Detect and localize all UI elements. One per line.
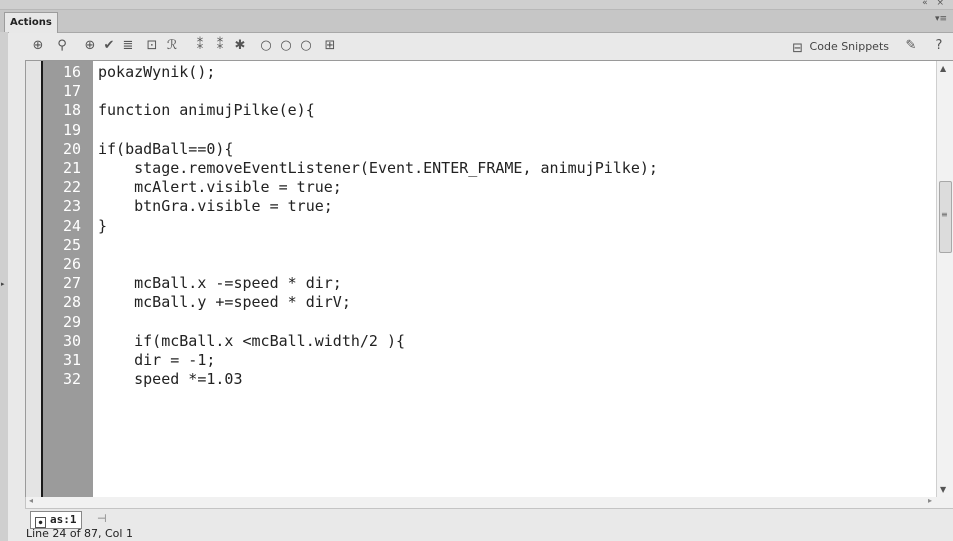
pin-script-icon[interactable]: ⊣ xyxy=(97,512,107,525)
code-text[interactable]: mcBall.y +=speed * dirV; xyxy=(98,293,351,312)
line-number: 27 xyxy=(62,274,81,293)
code-line[interactable]: 30 if(mcBall.x <mcBall.width/2 ){ xyxy=(26,332,936,351)
code-line[interactable]: 21 stage.removeEventListener(Event.ENTER… xyxy=(26,159,936,178)
line-number: 30 xyxy=(62,331,81,350)
code-text[interactable]: mcBall.x -=speed * dir; xyxy=(98,274,342,293)
code-snippets-icon: ⊟ xyxy=(792,41,803,56)
remove-comment-icon[interactable]: ○ xyxy=(298,38,314,54)
wizard-icon[interactable]: ✎ xyxy=(903,38,919,54)
check-syntax-icon[interactable]: ✔ xyxy=(101,38,117,54)
vertical-scrollbar[interactable]: ▲ ≡ ▼ xyxy=(936,61,953,498)
code-text[interactable]: if(mcBall.x <mcBall.width/2 ){ xyxy=(98,332,405,351)
apply-line-comment-icon[interactable]: ○ xyxy=(278,38,294,54)
code-line[interactable]: 26 xyxy=(26,255,936,274)
code-line[interactable]: 32 speed *=1.03 xyxy=(26,370,936,389)
code-line[interactable]: 25 xyxy=(26,236,936,255)
line-number: 18 xyxy=(62,101,81,120)
code-editor[interactable]: 16 pokazWynik(); 17 18 function animujPilke(… xyxy=(25,60,953,499)
script-tab-bar: ● as:1 ⊣ xyxy=(25,510,952,529)
show-code-hint-icon[interactable]: ⊡ xyxy=(144,38,160,54)
script-tab-label: as:1 xyxy=(50,513,77,526)
code-line[interactable]: 28 mcBall.y +=speed * dirV; xyxy=(26,293,936,312)
line-number: 31 xyxy=(62,351,81,369)
line-number: 17 xyxy=(62,82,81,101)
code-text[interactable]: dir = -1; xyxy=(98,351,215,370)
panel-tab-row: Actions ▾≡ xyxy=(0,10,953,33)
line-number: 23 xyxy=(62,197,81,216)
scroll-up-icon[interactable]: ▲ xyxy=(940,64,946,73)
line-number: 20 xyxy=(62,139,81,158)
code-text[interactable]: btnGra.visible = true; xyxy=(98,197,333,216)
code-line[interactable]: 22 mcAlert.visible = true; xyxy=(26,178,936,197)
scroll-left-icon[interactable]: ◂ xyxy=(29,496,33,505)
line-number: 19 xyxy=(62,120,81,139)
code-text[interactable]: function animujPilke(e){ xyxy=(98,101,315,120)
code-line[interactable]: 16 pokazWynik(); xyxy=(26,63,936,82)
add-statement-icon[interactable]: ⊕ xyxy=(30,38,46,54)
show-hide-toolbox-icon[interactable]: ⊞ xyxy=(322,38,338,54)
code-text[interactable]: stage.removeEventListener(Event.ENTER_FR… xyxy=(98,159,658,178)
code-text[interactable]: speed *=1.03 xyxy=(98,370,242,389)
debug-options-icon[interactable]: ℛ xyxy=(164,38,180,54)
cursor-position: Line 24 of 87, Col 1 xyxy=(26,527,133,540)
scroll-right-icon[interactable]: ▸ xyxy=(928,496,932,505)
collapse-between-braces-icon[interactable]: ⁑ xyxy=(192,38,208,54)
line-number: 22 xyxy=(62,178,81,197)
expand-arrow-icon[interactable]: ▸ xyxy=(1,280,5,288)
find-icon[interactable]: ⚲ xyxy=(54,38,70,54)
apply-block-comment-icon[interactable]: ○ xyxy=(258,38,274,54)
collapse-selection-icon[interactable]: ⁑ xyxy=(212,38,228,54)
menu-icon[interactable]: ▾≡ xyxy=(935,14,947,24)
line-number: 32 xyxy=(62,370,81,389)
insert-target-path-icon[interactable]: ⊕ xyxy=(82,38,98,54)
line-number: 21 xyxy=(62,159,81,177)
line-number: 29 xyxy=(62,312,81,331)
code-line[interactable]: 18 function animujPilke(e){ xyxy=(26,101,936,120)
window-controls[interactable]: « × xyxy=(922,0,947,8)
code-line[interactable]: 24} xyxy=(26,217,936,236)
line-number: 24 xyxy=(62,216,81,235)
code-line[interactable]: 29 xyxy=(26,313,936,332)
status-bar: Line 24 of 87, Col 1 xyxy=(25,527,952,541)
tab-actions[interactable]: Actions xyxy=(4,12,58,33)
code-line[interactable]: 20 if(badBall==0){ xyxy=(26,140,936,159)
actions-panel: ⊕ ⚲ ⊕ ✔ ≣ ⊡ ℛ ⁑ ⁑ ✱ ○ ○ ○ ⊞ ⊟ Code Snippe… xyxy=(8,33,953,541)
help-icon[interactable]: ? xyxy=(931,38,947,54)
code-snippets-label: Code Snippets xyxy=(809,40,889,53)
line-number: 25 xyxy=(62,235,81,254)
code-text[interactable]: pokazWynik(); xyxy=(98,63,215,82)
code-text[interactable]: } xyxy=(98,217,107,236)
code-line[interactable]: 17 xyxy=(26,82,936,101)
line-number: 16 xyxy=(62,63,81,81)
code-line[interactable]: 31 dir = -1; xyxy=(26,351,936,370)
line-number: 28 xyxy=(62,293,81,312)
actions-toolbar: ⊕ ⚲ ⊕ ✔ ≣ ⊡ ℛ ⁑ ⁑ ✱ ○ ○ ○ ⊞ ⊟ Code Snippe… xyxy=(8,33,953,59)
auto-format-icon[interactable]: ≣ xyxy=(120,38,136,54)
code-snippets-button[interactable]: ⊟ Code Snippets xyxy=(790,39,889,56)
code-text[interactable]: if(badBall==0){ xyxy=(98,140,233,159)
expand-all-icon[interactable]: ✱ xyxy=(232,38,248,54)
code-line[interactable]: 19 xyxy=(26,121,936,140)
panel-top-bar: « × xyxy=(0,0,953,10)
scroll-thumb[interactable]: ≡ xyxy=(939,181,952,253)
horizontal-scrollbar[interactable]: ◂ ▸ xyxy=(25,496,953,509)
scroll-down-icon[interactable]: ▼ xyxy=(940,485,946,494)
code-line[interactable]: 23 btnGra.visible = true; xyxy=(26,197,936,216)
code-text[interactable]: mcAlert.visible = true; xyxy=(98,178,342,197)
code-line[interactable]: 27 mcBall.x -=speed * dir; xyxy=(26,274,936,293)
line-number: 26 xyxy=(62,255,81,273)
